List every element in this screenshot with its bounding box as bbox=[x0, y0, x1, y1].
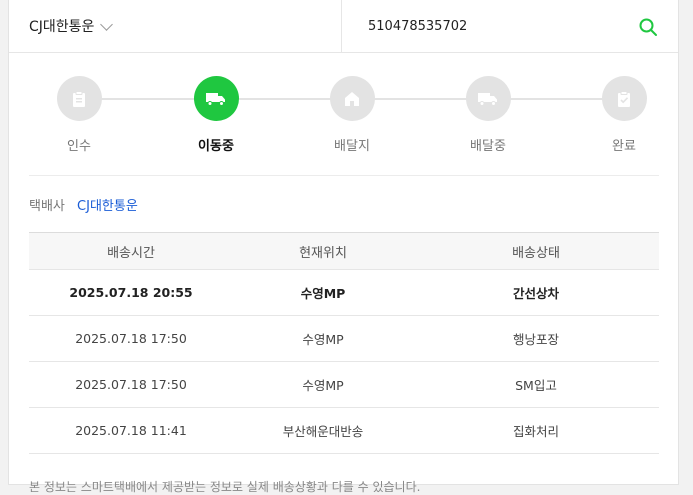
cell-time: 2025.07.18 17:50 bbox=[75, 331, 187, 346]
courier-link[interactable]: CJ대한통운 bbox=[77, 199, 138, 214]
table-row: 2025.07.18 17:50 수영MP 행낭포장 bbox=[29, 316, 659, 362]
table-row: 2025.07.18 11:41 부산해운대반송 집화처리 bbox=[29, 408, 659, 454]
step-received: 인수 bbox=[34, 76, 124, 154]
tracking-history-table: 배송시간 현재위치 배송상태 2025.07.18 20:55 수영MP 간선상… bbox=[29, 232, 659, 454]
truck-icon bbox=[206, 92, 225, 106]
carrier-select[interactable]: CJ대한통운 bbox=[9, 0, 342, 52]
divider bbox=[29, 175, 659, 176]
courier-label: 택배사 bbox=[29, 199, 65, 214]
house-icon bbox=[345, 91, 359, 106]
cell-status: SM입고 bbox=[515, 378, 557, 393]
cell-location: 수영MP bbox=[300, 286, 346, 301]
step-label: 배달지 bbox=[334, 139, 370, 154]
cell-status: 집화처리 bbox=[512, 424, 559, 439]
clipboard-icon bbox=[73, 90, 85, 107]
column-header-location: 현재위치 bbox=[299, 245, 347, 261]
chevron-down-icon bbox=[100, 17, 114, 31]
carrier-select-value: CJ대한통운 bbox=[29, 19, 95, 35]
cell-time: 2025.07.18 17:50 bbox=[75, 377, 187, 392]
step-in-transit: 이동중 bbox=[171, 76, 261, 154]
courier-info: 택배사 CJ대한통운 bbox=[29, 195, 138, 214]
step-label: 배달중 bbox=[470, 139, 506, 154]
step-circle bbox=[465, 76, 511, 121]
table-row: 2025.07.18 20:55 수영MP 간선상차 bbox=[29, 270, 659, 316]
disclaimer-text: 본 정보는 스마트택배에서 제공받는 정보로 실제 배송상황과 다를 수 있습니… bbox=[29, 480, 421, 494]
step-destination: 배달지 bbox=[307, 76, 397, 154]
step-label: 인수 bbox=[67, 139, 91, 154]
step-circle bbox=[601, 76, 647, 121]
tracking-number-field bbox=[342, 0, 678, 52]
cell-location: 부산해운대반송 bbox=[282, 424, 364, 439]
step-label: 완료 bbox=[612, 139, 636, 154]
cell-status: 행낭포장 bbox=[512, 332, 559, 347]
search-icon[interactable] bbox=[638, 17, 658, 37]
check-clipboard-icon bbox=[618, 90, 630, 107]
step-circle-active bbox=[193, 76, 239, 121]
cell-time: 2025.07.18 11:41 bbox=[75, 423, 187, 438]
delivery-tracking-card: CJ대한통운 인수 bbox=[8, 0, 679, 494]
table-row: 2025.07.18 17:50 수영MP SM입고 bbox=[29, 362, 659, 408]
column-header-status: 배송상태 bbox=[512, 245, 560, 261]
cell-location: 수영MP bbox=[302, 378, 344, 393]
search-bar: CJ대한통운 bbox=[9, 0, 678, 53]
cell-status: 간선상차 bbox=[512, 286, 559, 301]
cell-time: 2025.07.18 20:55 bbox=[69, 285, 193, 300]
column-header-time: 배송시간 bbox=[107, 245, 155, 261]
step-circle bbox=[329, 76, 375, 121]
cell-location: 수영MP bbox=[302, 332, 344, 347]
step-out-for-delivery: 배달중 bbox=[443, 76, 533, 154]
step-circle bbox=[56, 76, 102, 121]
table-header: 배송시간 현재위치 배송상태 bbox=[29, 233, 659, 270]
delivery-progress: 인수 이동중 배달지 배달중 완료 bbox=[29, 76, 659, 166]
step-label: 이동중 bbox=[198, 139, 234, 154]
delivery-truck-icon bbox=[478, 92, 497, 106]
step-completed: 완료 bbox=[579, 76, 669, 154]
tracking-number-input[interactable] bbox=[366, 17, 610, 35]
